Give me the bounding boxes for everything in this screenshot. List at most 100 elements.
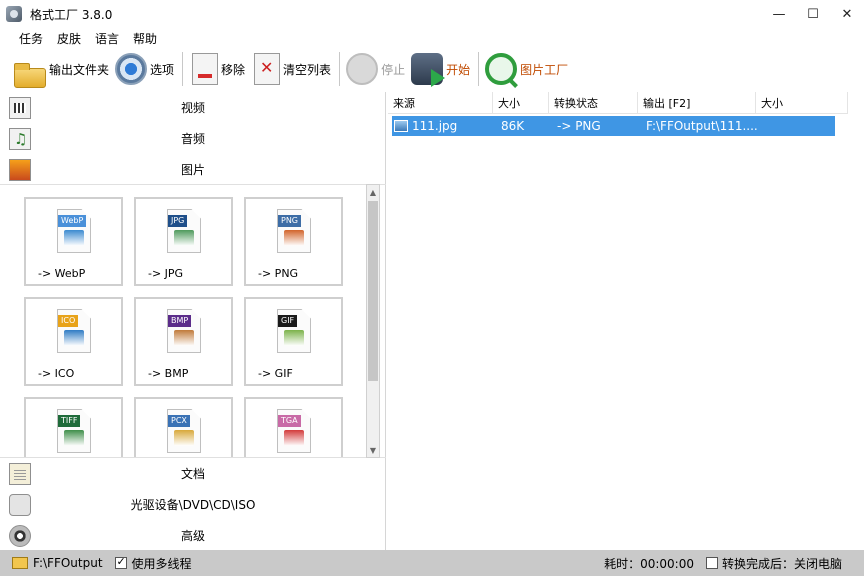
options-button[interactable]: 选项 (115, 51, 174, 87)
column-size[interactable]: 大小 (493, 92, 549, 114)
maximize-button[interactable]: ☐ (796, 0, 830, 28)
menu-skin[interactable]: 皮肤 (50, 30, 88, 47)
column-output[interactable]: 输出 [F2] (638, 92, 756, 114)
magnifier-icon (485, 53, 518, 85)
stop-button[interactable]: 停止 (346, 51, 405, 87)
format-tile-pcx[interactable]: PCX (134, 397, 233, 457)
picture-format-grid: WebP -> WebP JPG -> JPG PNG -> PNG ICO -> ICO BM… (0, 184, 386, 458)
column-output-size[interactable]: 大小 (756, 92, 848, 114)
format-badge: TIFF (58, 415, 81, 427)
preview-graphic (284, 330, 304, 346)
category-dvd-label: 光驱设备\DVD\CD\ISO (130, 498, 256, 512)
toolbar-divider (478, 52, 480, 86)
title-bar: 格式工厂 3.8.0 — ☐ ✕ (0, 0, 864, 28)
format-tile-gif[interactable]: GIF -> GIF (244, 297, 343, 386)
column-status[interactable]: 转换状态 (549, 92, 638, 114)
format-tile-label: -> JPG (148, 267, 184, 280)
remove-button[interactable]: 移除 (189, 51, 245, 87)
menu-bar: 任务 皮肤 语言 帮助 (0, 28, 864, 48)
scroll-up-icon[interactable]: ▲ (367, 185, 379, 199)
menu-language[interactable]: 语言 (88, 30, 126, 47)
options-label: 选项 (150, 62, 175, 77)
window-controls: — ☐ ✕ (762, 0, 864, 28)
category-advanced-label: 高级 (180, 529, 205, 543)
format-tile-tiff[interactable]: TIFF (24, 397, 123, 457)
row-output: F:\FFOutput\111.... (646, 119, 758, 133)
menu-task[interactable]: 任务 (12, 30, 50, 47)
format-tile-tga[interactable]: TGA (244, 397, 343, 457)
start-button[interactable]: 开始 (411, 51, 470, 87)
clear-list-button[interactable]: 清空列表 (251, 51, 331, 87)
start-icon (411, 53, 446, 87)
remove-icon (192, 53, 219, 85)
minimize-button[interactable]: — (762, 0, 796, 28)
folder-icon[interactable] (12, 557, 28, 569)
toolbar: 输出文件夹 选项 移除 清空列表 停止 开始 图片工厂 (0, 48, 864, 90)
row-status: -> PNG (557, 119, 601, 133)
remove-label: 移除 (221, 62, 246, 77)
bmp-file-icon: BMP (167, 309, 201, 353)
tiff-file-icon: TIFF (57, 409, 91, 453)
category-video[interactable]: 视频 (0, 92, 386, 123)
picture-factory-button[interactable]: 图片工厂 (485, 51, 568, 87)
format-badge: PCX (168, 415, 190, 427)
row-source: 111.jpg (412, 119, 458, 133)
category-dvd[interactable]: 光驱设备\DVD\CD\ISO (0, 489, 386, 520)
picture-factory-label: 图片工厂 (520, 62, 569, 77)
format-badge: PNG (278, 215, 302, 227)
format-badge: WebP (58, 215, 87, 227)
gif-file-icon: GIF (277, 309, 311, 353)
window-title: 格式工厂 3.8.0 (30, 7, 113, 22)
shutdown-checkbox[interactable] (705, 557, 718, 569)
folder-icon (14, 63, 46, 88)
format-tile-bmp[interactable]: BMP -> BMP (134, 297, 233, 386)
category-document[interactable]: 文档 (0, 458, 386, 489)
image-file-icon (394, 120, 408, 132)
column-source[interactable]: 来源 (388, 92, 493, 114)
category-panel: 视频 音频 图片 WebP -> WebP JPG -> JPG PNG -> PNG IC… (0, 92, 386, 550)
status-right: 耗时：00:00:00 转换完成后：关闭电脑 (599, 550, 842, 576)
format-tile-png[interactable]: PNG -> PNG (244, 197, 343, 286)
format-tile-jpg[interactable]: JPG -> JPG (134, 197, 233, 286)
format-tile-webp[interactable]: WebP -> WebP (24, 197, 123, 286)
category-audio[interactable]: 音频 (0, 123, 386, 154)
format-tile-label: -> ICO (38, 367, 75, 380)
close-button[interactable]: ✕ (830, 0, 864, 28)
multithread-label: 使用多线程 (131, 556, 192, 571)
category-picture-label: 图片 (180, 163, 205, 177)
preview-graphic (64, 330, 84, 346)
category-advanced[interactable]: 高级 (0, 520, 386, 551)
elapsed-time: 耗时：00:00:00 (604, 556, 694, 571)
menu-help[interactable]: 帮助 (126, 30, 164, 47)
category-document-label: 文档 (180, 467, 205, 481)
stop-icon (346, 53, 379, 85)
clear-list-label: 清空列表 (283, 62, 332, 77)
preview-graphic (174, 330, 194, 346)
jpg-file-icon: JPG (167, 209, 201, 253)
table-row[interactable]: 111.jpg 86K -> PNG F:\FFOutput\111.... (392, 116, 835, 136)
png-file-icon: PNG (277, 209, 311, 253)
category-picture[interactable]: 图片 (0, 154, 386, 185)
scroll-thumb[interactable] (368, 201, 378, 381)
stop-label: 停止 (381, 62, 406, 77)
preview-graphic (174, 230, 194, 246)
output-folder-button[interactable]: 输出文件夹 (14, 51, 109, 88)
status-bar: F:\FFOutput 使用多线程 耗时：00:00:00 转换完成后：关闭电脑 (0, 550, 864, 576)
format-tile-label: -> BMP (148, 367, 189, 380)
shutdown-label: 转换完成后：关闭电脑 (721, 556, 842, 571)
start-label: 开始 (446, 62, 471, 77)
scroll-down-icon[interactable]: ▼ (367, 443, 379, 457)
category-video-label: 视频 (180, 101, 205, 115)
preview-graphic (64, 230, 84, 246)
format-badge: ICO (58, 315, 79, 327)
format-tile-ico[interactable]: ICO -> ICO (24, 297, 123, 386)
vertical-scrollbar[interactable]: ▲ ▼ (366, 184, 380, 458)
multithread-checkbox[interactable] (114, 555, 127, 569)
toolbar-divider (339, 52, 341, 86)
tga-file-icon: TGA (277, 409, 311, 453)
ico-file-icon: ICO (57, 309, 91, 353)
format-badge: TGA (278, 415, 301, 427)
clear-list-icon (254, 53, 281, 85)
task-list-header: 来源 大小 转换状态 输出 [F2] 大小 (388, 92, 848, 114)
output-path[interactable]: F:\FFOutput (33, 556, 103, 570)
